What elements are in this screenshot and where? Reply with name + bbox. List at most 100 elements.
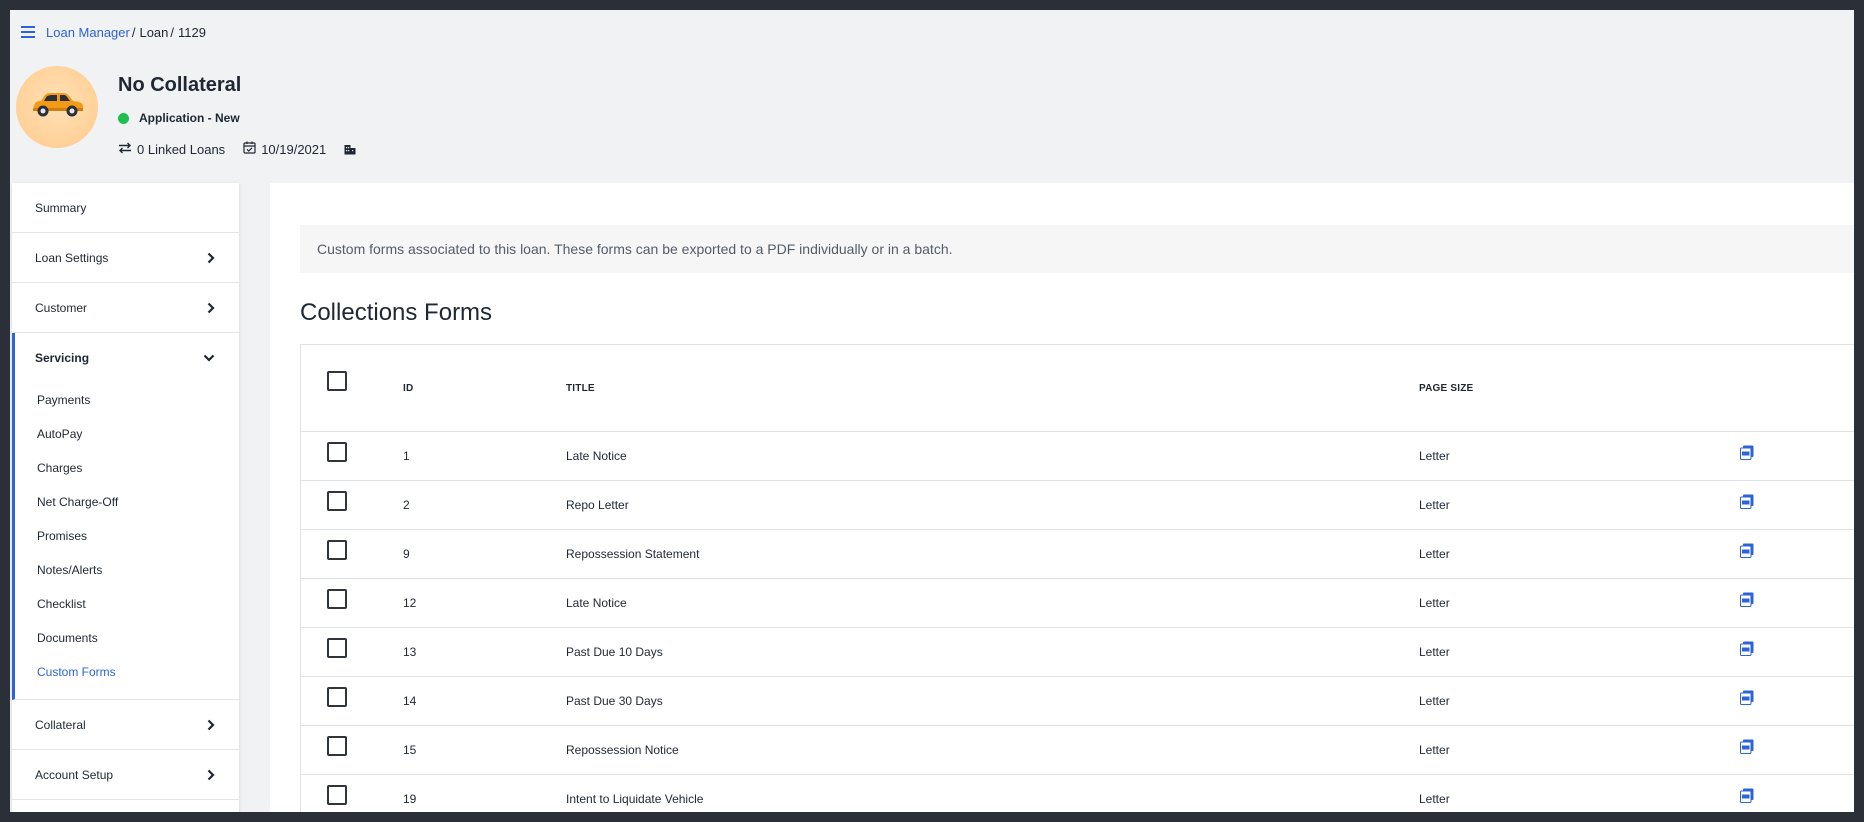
- status-text: Application - New: [139, 111, 240, 125]
- calendar-check-icon: [243, 141, 261, 157]
- sidebar-group-servicing: Servicing Payments AutoPay Charges Net C…: [12, 333, 239, 700]
- row-checkbox[interactable]: [327, 736, 347, 756]
- table-row: 15 Repossession Notice Letter: [301, 726, 1854, 775]
- breadcrumb-separator: /: [170, 24, 175, 40]
- loan-meta: 0 Linked Loans 10/19/2021: [118, 141, 379, 157]
- avatar: [16, 66, 98, 148]
- cell-id: 12: [403, 596, 417, 610]
- pdf-file-icon[interactable]: [1740, 690, 1754, 705]
- sidebar-item-account-setup[interactable]: Account Setup: [12, 750, 239, 800]
- table-row: 2 Repo Letter Letter: [301, 481, 1854, 530]
- sidebar-item-promises[interactable]: Promises: [15, 519, 239, 553]
- table-row: 19 Intent to Liquidate Vehicle Letter: [301, 775, 1854, 812]
- pdf-file-icon[interactable]: [1740, 788, 1754, 803]
- loan-date: 10/19/2021: [243, 141, 326, 157]
- sidebar-item-checklist[interactable]: Checklist: [15, 587, 239, 621]
- chevron-right-icon: [207, 252, 215, 264]
- sidebar-item-charges[interactable]: Charges: [15, 451, 239, 485]
- loan-date-label: 10/19/2021: [261, 141, 327, 157]
- cell-id: 9: [403, 547, 410, 561]
- chevron-down-icon: [203, 354, 215, 362]
- sidebar-item-payments[interactable]: Payments: [15, 383, 239, 417]
- sidebar-item-custom-forms[interactable]: Custom Forms: [15, 655, 239, 689]
- sidebar-item-label: Summary: [35, 200, 87, 215]
- cell-title: Repossession Notice: [566, 743, 679, 757]
- info-banner: Custom forms associated to this loan. Th…: [300, 225, 1854, 273]
- cell-id: 13: [403, 645, 417, 659]
- sidebar-item-label: Customer: [35, 300, 88, 315]
- pdf-file-icon[interactable]: [1740, 592, 1754, 607]
- cell-id: 15: [403, 743, 417, 757]
- cell-page-size: Letter: [1419, 596, 1450, 610]
- sidebar-nav: Summary Loan Settings Customer Servicing…: [12, 183, 239, 812]
- sidebar-item-label: Servicing: [35, 351, 90, 365]
- table-row: 12 Late Notice Letter: [301, 579, 1854, 628]
- chevron-right-icon: [207, 719, 215, 731]
- breadcrumb-separator: /: [131, 24, 136, 40]
- row-checkbox[interactable]: [327, 687, 347, 707]
- cell-page-size: Letter: [1419, 792, 1450, 806]
- sidebar-item-customer[interactable]: Customer: [12, 283, 239, 333]
- sidebar-item-servicing[interactable]: Servicing: [15, 333, 239, 383]
- cell-page-size: Letter: [1419, 547, 1450, 561]
- cell-id: 1: [403, 449, 410, 463]
- sidebar-item-autopay[interactable]: AutoPay: [15, 417, 239, 451]
- chevron-right-icon: [207, 302, 215, 314]
- cell-page-size: Letter: [1419, 645, 1450, 659]
- page-title: No Collateral: [118, 74, 242, 96]
- exchange-arrows-icon: [118, 142, 137, 157]
- servicing-submenu: Payments AutoPay Charges Net Charge-Off …: [15, 383, 239, 699]
- row-checkbox[interactable]: [327, 540, 347, 560]
- sidebar-item-loan-settings[interactable]: Loan Settings: [12, 233, 239, 283]
- breadcrumb-loan: Loan: [139, 24, 169, 40]
- table-row: 9 Repossession Statement Letter: [301, 530, 1854, 579]
- cell-title: Repo Letter: [566, 498, 629, 512]
- cell-title: Late Notice: [566, 596, 627, 610]
- car-icon: [29, 90, 85, 125]
- column-header-title: TITLE: [566, 382, 595, 394]
- row-checkbox[interactable]: [327, 638, 347, 658]
- cell-title: Late Notice: [566, 449, 627, 463]
- linked-loans[interactable]: 0 Linked Loans: [118, 142, 225, 157]
- pdf-file-icon[interactable]: [1740, 739, 1754, 754]
- column-header-id: ID: [403, 382, 414, 394]
- cell-page-size: Letter: [1419, 743, 1450, 757]
- section-title: Collections Forms: [300, 299, 493, 326]
- sidebar-item-collateral[interactable]: Collateral: [12, 700, 239, 750]
- column-header-page-size: PAGE SIZE: [1419, 382, 1474, 394]
- cell-title: Past Due 30 Days: [566, 694, 663, 708]
- cell-title: Past Due 10 Days: [566, 645, 663, 659]
- row-checkbox[interactable]: [327, 491, 347, 511]
- pdf-file-icon[interactable]: [1740, 494, 1754, 509]
- linked-loans-label: 0 Linked Loans: [137, 141, 226, 157]
- sidebar-item-notes-alerts[interactable]: Notes/Alerts: [15, 553, 239, 587]
- cell-page-size: Letter: [1419, 449, 1450, 463]
- cell-id: 14: [403, 694, 417, 708]
- sidebar-item-summary[interactable]: Summary: [12, 183, 239, 233]
- cell-page-size: Letter: [1419, 694, 1450, 708]
- hamburger-menu-icon[interactable]: [10, 26, 46, 38]
- building-icon[interactable]: [344, 144, 361, 155]
- row-checkbox[interactable]: [327, 785, 347, 805]
- breadcrumb-loan-manager-link[interactable]: Loan Manager: [46, 25, 130, 40]
- select-all-checkbox[interactable]: [327, 371, 347, 391]
- table-header: ID TITLE PAGE SIZE: [301, 345, 1854, 432]
- cell-page-size: Letter: [1419, 498, 1450, 512]
- sidebar-item-net-charge-off[interactable]: Net Charge-Off: [15, 485, 239, 519]
- cell-id: 2: [403, 498, 410, 512]
- chevron-right-icon: [207, 769, 215, 781]
- table-row: 13 Past Due 10 Days Letter: [301, 628, 1854, 677]
- sidebar-item-label: Loan Settings: [35, 250, 109, 265]
- row-checkbox[interactable]: [327, 589, 347, 609]
- pdf-file-icon[interactable]: [1740, 543, 1754, 558]
- cell-title: Repossession Statement: [566, 547, 700, 561]
- row-checkbox[interactable]: [327, 442, 347, 462]
- sidebar-item-label: Account Setup: [35, 767, 114, 782]
- status-dot-icon: [118, 112, 129, 124]
- main-content: Custom forms associated to this loan. Th…: [270, 183, 1854, 812]
- sidebar-item-documents[interactable]: Documents: [15, 621, 239, 655]
- pdf-file-icon[interactable]: [1740, 641, 1754, 656]
- table-row: 1 Late Notice Letter: [301, 432, 1854, 481]
- table-row: 14 Past Due 30 Days Letter: [301, 677, 1854, 726]
- pdf-file-icon[interactable]: [1740, 445, 1754, 460]
